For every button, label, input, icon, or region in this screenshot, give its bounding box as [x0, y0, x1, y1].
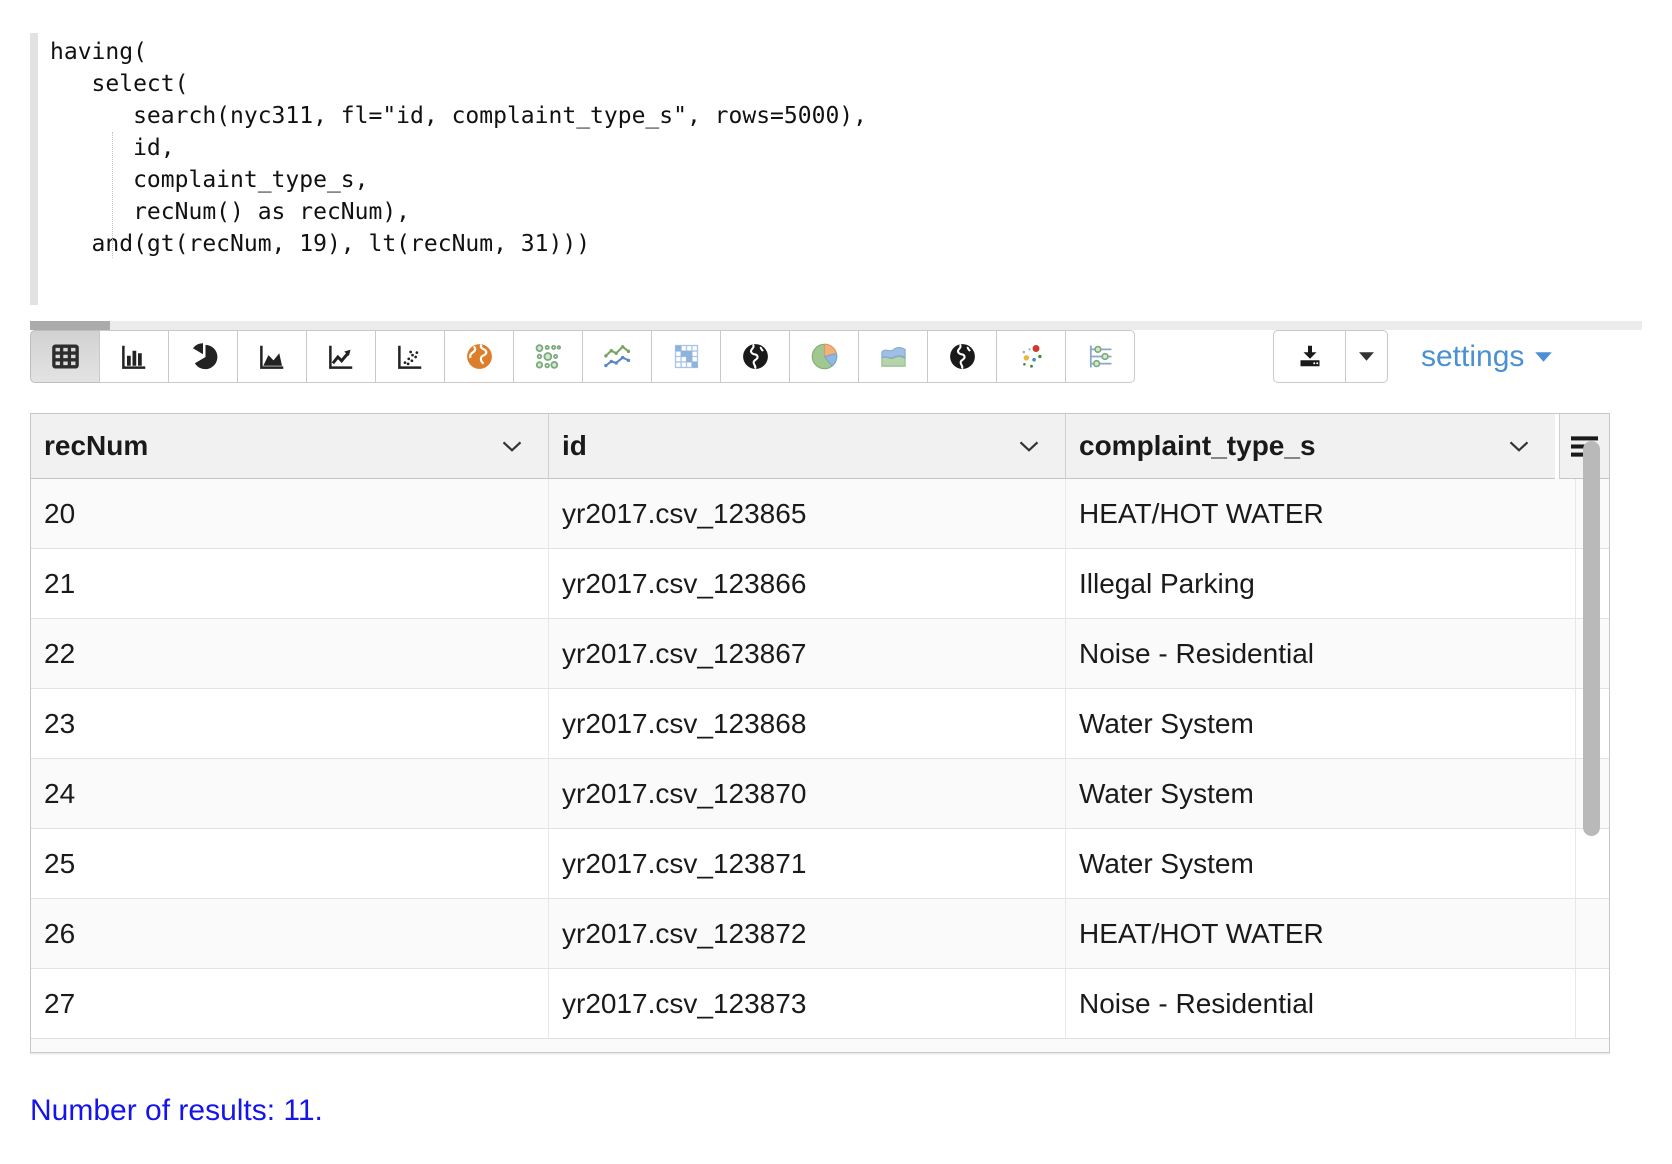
table-row[interactable]: 21yr2017.csv_123866Illegal Parking [31, 549, 1609, 619]
sliders-icon [1085, 341, 1116, 372]
cell-complaint_type_s: Illegal Parking [1066, 549, 1576, 618]
area-color-icon [878, 341, 909, 372]
grid-dots-icon [533, 341, 564, 372]
cell-complaint_type_s: HEAT/HOT WATER [1066, 479, 1576, 548]
settings-caret-icon [1534, 351, 1553, 363]
chart-type-group [30, 330, 1135, 383]
table-row[interactable]: 23yr2017.csv_123868Water System [31, 689, 1609, 759]
table-header: recNum id complaint_type_s [31, 414, 1555, 479]
cell-complaint_type_s: HEAT/HOT WATER [1066, 899, 1576, 968]
cell-recNum: 25 [31, 829, 549, 898]
table-body: 20yr2017.csv_123865HEAT/HOT WATER21yr201… [31, 479, 1609, 1039]
chevron-down-icon[interactable] [1509, 441, 1529, 452]
table-icon [50, 341, 81, 372]
cell-id: yr2017.csv_123866 [549, 549, 1066, 618]
grid-scatter-button[interactable] [513, 330, 583, 383]
column-header-complaint_type_s[interactable]: complaint_type_s [1066, 414, 1555, 479]
cell-recNum: 26 [31, 899, 549, 968]
cell-id: yr2017.csv_123870 [549, 759, 1066, 828]
multiline-icon [602, 341, 633, 372]
table-scrollbar-thumb[interactable] [1583, 441, 1600, 836]
column-label: id [562, 430, 587, 462]
column-header-id[interactable]: id [549, 414, 1066, 479]
bar-icon [119, 342, 149, 372]
globe-dark-icon [740, 341, 771, 372]
indent-guide [112, 132, 113, 258]
pie-color-icon [809, 341, 840, 372]
column-label: complaint_type_s [1079, 430, 1316, 462]
cell-complaint_type_s: Water System [1066, 829, 1576, 898]
bubble-chart-button[interactable] [996, 330, 1066, 383]
download-icon [1295, 342, 1325, 372]
cell-complaint_type_s: Noise - Residential [1066, 969, 1576, 1038]
cell-id: yr2017.csv_123873 [549, 969, 1066, 1038]
pie-icon [188, 342, 218, 372]
area-chart-button[interactable] [237, 330, 307, 383]
visualization-toolbar: settings [30, 330, 1642, 383]
caret-down-icon [1358, 351, 1375, 362]
scatter-plot-button[interactable] [375, 330, 445, 383]
table-view-button[interactable] [30, 330, 100, 383]
world-map-button[interactable] [720, 330, 790, 383]
cell-id: yr2017.csv_123867 [549, 619, 1066, 688]
heatmap-button[interactable] [651, 330, 721, 383]
query-editor[interactable]: having( select( search(nyc311, fl="id, c… [30, 30, 1642, 305]
table-row[interactable]: 25yr2017.csv_123871Water System [31, 829, 1609, 899]
pie-chart-button[interactable] [168, 330, 238, 383]
table-footer-strip [31, 1038, 1609, 1052]
cell-id: yr2017.csv_123872 [549, 899, 1066, 968]
cell-recNum: 23 [31, 689, 549, 758]
table-header-row: recNum id complaint_type_s [31, 414, 1609, 479]
chevron-down-icon[interactable] [502, 441, 522, 452]
cell-complaint_type_s: Noise - Residential [1066, 619, 1576, 688]
editor-horizontal-scrollbar[interactable] [30, 321, 1642, 330]
column-label: recNum [44, 430, 148, 462]
cell-id: yr2017.csv_123868 [549, 689, 1066, 758]
chevron-down-icon[interactable] [1019, 441, 1039, 452]
matrix-icon [671, 341, 702, 372]
world-map-alt-button[interactable] [927, 330, 997, 383]
download-group [1273, 330, 1388, 383]
range-sliders-button[interactable] [1065, 330, 1135, 383]
cell-recNum: 20 [31, 479, 549, 548]
editor-scrollbar-thumb[interactable] [30, 321, 110, 330]
map-view-button[interactable] [444, 330, 514, 383]
multi-series-line-button[interactable] [582, 330, 652, 383]
bubbles-icon [1016, 341, 1047, 372]
cell-recNum: 27 [31, 969, 549, 1038]
download-options-button[interactable] [1345, 330, 1388, 383]
globe-dark-icon [947, 341, 978, 372]
cell-recNum: 24 [31, 759, 549, 828]
settings-dropdown[interactable]: settings [1421, 330, 1553, 383]
globe-orange-icon [464, 341, 495, 372]
download-button[interactable] [1273, 330, 1346, 383]
area-chart-colored-button[interactable] [858, 330, 928, 383]
scatter-icon [395, 342, 425, 372]
table-row[interactable]: 22yr2017.csv_123867Noise - Residential [31, 619, 1609, 689]
results-count: Number of results: 11. [30, 1094, 323, 1128]
cell-recNum: 22 [31, 619, 549, 688]
cell-complaint_type_s: Water System [1066, 759, 1576, 828]
cell-recNum: 21 [31, 549, 549, 618]
settings-label: settings [1421, 340, 1524, 374]
query-code[interactable]: having( select( search(nyc311, fl="id, c… [50, 36, 867, 260]
line-chart-button[interactable] [306, 330, 376, 383]
column-header-recNum[interactable]: recNum [31, 414, 549, 479]
table-row[interactable]: 24yr2017.csv_123870Water System [31, 759, 1609, 829]
cell-id: yr2017.csv_123865 [549, 479, 1066, 548]
results-table: recNumidcomplaint_type_s 20yr2017.csv_12… [30, 413, 1610, 1053]
table-row[interactable]: 20yr2017.csv_123865HEAT/HOT WATER [31, 479, 1609, 549]
area-icon [257, 342, 287, 372]
table-row[interactable]: 26yr2017.csv_123872HEAT/HOT WATER [31, 899, 1609, 969]
cell-complaint_type_s: Water System [1066, 689, 1576, 758]
table-row[interactable]: 27yr2017.csv_123873Noise - Residential [31, 969, 1609, 1039]
bar-chart-button[interactable] [99, 330, 169, 383]
cell-id: yr2017.csv_123871 [549, 829, 1066, 898]
pie-chart-colored-button[interactable] [789, 330, 859, 383]
line-icon [326, 342, 356, 372]
editor-gutter [30, 33, 38, 305]
